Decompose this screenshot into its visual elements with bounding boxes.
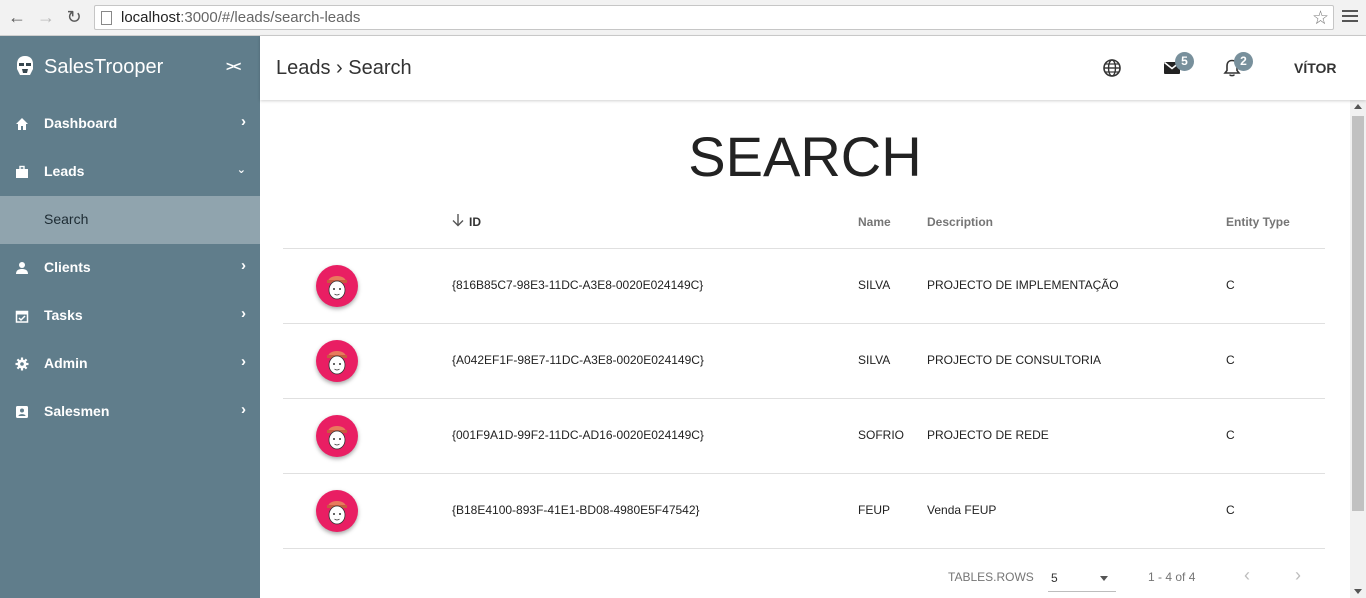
cell-name: SILVA	[858, 353, 891, 367]
page-title: SEARCH	[688, 125, 922, 188]
rows-per-page-select[interactable]: 5	[1048, 566, 1116, 592]
globe-icon[interactable]	[1102, 58, 1122, 78]
lead-avatar	[316, 490, 358, 532]
table-divider	[283, 548, 1325, 549]
home-icon	[16, 118, 28, 130]
rows-per-page-value: 5	[1051, 571, 1058, 585]
chevron-right-icon: ›	[241, 113, 246, 130]
sidebar-item-salesmen[interactable]: Salesmen ›	[0, 388, 260, 436]
sidebar: SalesTrooper >< Dashboard › Leads ⌄ Sear…	[0, 36, 260, 598]
sidebar-item-clients[interactable]: Clients ›	[0, 244, 260, 292]
table-row[interactable]: {816B85C7-98E3-11DC-A3E8-0020E024149C} S…	[283, 248, 1325, 323]
app-header: Leads › Search 5 2 VÍTOR	[260, 36, 1366, 100]
sidebar-item-label: Salesmen	[44, 403, 110, 419]
cell-description: PROJECTO DE REDE	[927, 428, 1049, 442]
cell-description: PROJECTO DE CONSULTORIA	[927, 353, 1102, 367]
page-icon	[101, 11, 112, 25]
chevron-right-icon: ›	[241, 257, 246, 274]
mail-count-badge: 5	[1175, 52, 1194, 71]
cell-description: PROJECTO DE IMPLEMENTAÇÃO	[927, 278, 1119, 292]
brand: SalesTrooper ><	[0, 36, 260, 100]
rows-per-page-label: TABLES.ROWS	[948, 570, 1034, 584]
browser-toolbar: ← → ↻ localhost:3000/#/leads/search-lead…	[0, 0, 1366, 36]
back-icon[interactable]: ←	[6, 6, 28, 28]
browser-menu-icon[interactable]	[1342, 7, 1358, 25]
sidebar-item-label: Leads	[44, 163, 85, 179]
table-row[interactable]: {B18E4100-893F-41E1-BD08-4980E5F47542} F…	[283, 473, 1325, 548]
person-avatar-icon	[327, 351, 347, 375]
scroll-down-icon[interactable]	[1354, 589, 1362, 594]
sidebar-item-search[interactable]: Search	[0, 196, 260, 244]
collapse-sidebar-button[interactable]: ><	[226, 58, 241, 74]
next-page-button[interactable]: ›	[1295, 565, 1301, 586]
caret-down-icon	[1100, 576, 1108, 581]
lead-avatar	[316, 265, 358, 307]
cell-entity-type: C	[1226, 503, 1235, 517]
cell-entity-type: C	[1226, 428, 1235, 442]
lead-avatar	[316, 415, 358, 457]
cell-id: {B18E4100-893F-41E1-BD08-4980E5F47542}	[452, 503, 700, 517]
cell-id: {001F9A1D-99F2-11DC-AD16-0020E024149C}	[452, 428, 704, 442]
chevron-right-icon: ›	[241, 305, 246, 322]
url-text[interactable]: localhost:3000/#/leads/search-leads	[121, 9, 360, 26]
cell-name: SOFRIO	[858, 428, 905, 442]
user-menu[interactable]: VÍTOR	[1294, 60, 1337, 76]
forward-icon[interactable]: →	[35, 6, 57, 28]
sidebar-item-admin[interactable]: Admin ›	[0, 340, 260, 388]
cell-entity-type: C	[1226, 353, 1235, 367]
person-icon	[16, 262, 28, 274]
breadcrumb: Leads › Search	[276, 57, 412, 79]
chevron-right-icon: ›	[241, 401, 246, 418]
cell-id: {A042EF1F-98E7-11DC-A3E8-0020E024149C}	[452, 353, 704, 367]
sidebar-item-label: Dashboard	[44, 115, 118, 131]
lead-avatar	[316, 340, 358, 382]
sidebar-item-leads[interactable]: Leads ⌄	[0, 148, 260, 196]
sidebar-item-label: Admin	[44, 355, 88, 371]
sidebar-item-label: Search	[44, 211, 89, 227]
cell-name: FEUP	[858, 503, 891, 517]
person-avatar-icon	[327, 276, 347, 300]
bookmark-star-icon[interactable]: ☆	[1312, 7, 1329, 30]
sidebar-item-label: Tasks	[44, 307, 83, 323]
briefcase-icon	[16, 165, 28, 178]
address-bar[interactable]: localhost:3000/#/leads/search-leads ☆	[94, 5, 1334, 30]
person-avatar-icon	[327, 426, 347, 450]
previous-page-button[interactable]: ‹	[1244, 565, 1250, 586]
cell-name: SILVA	[858, 278, 891, 292]
notification-count-badge: 2	[1234, 52, 1253, 71]
pagination-range: 1 - 4 of 4	[1148, 570, 1196, 584]
cell-id: {816B85C7-98E3-11DC-A3E8-0020E024149C}	[452, 278, 704, 292]
cell-entity-type: C	[1226, 278, 1235, 292]
cell-description: Venda FEUP	[927, 503, 997, 517]
calendar-check-icon	[15, 310, 29, 323]
table-row[interactable]: {001F9A1D-99F2-11DC-AD16-0020E024149C} S…	[283, 398, 1325, 473]
sidebar-item-dashboard[interactable]: Dashboard ›	[0, 100, 260, 148]
chevron-down-icon: ⌄	[236, 164, 246, 176]
sort-arrow-down-icon[interactable]	[452, 213, 464, 227]
brand-name[interactable]: SalesTrooper	[44, 56, 163, 79]
gear-icon	[15, 357, 29, 371]
scrollbar-thumb[interactable]	[1352, 116, 1364, 511]
main-content: SEARCH ID Name Description Entity Type {…	[260, 100, 1350, 598]
column-header-id[interactable]: ID	[469, 215, 481, 229]
sidebar-item-tasks[interactable]: Tasks ›	[0, 292, 260, 340]
sidebar-item-label: Clients	[44, 259, 91, 275]
table-row[interactable]: {A042EF1F-98E7-11DC-A3E8-0020E024149C} S…	[283, 323, 1325, 398]
column-header-name[interactable]: Name	[858, 215, 891, 229]
person-avatar-icon	[327, 501, 347, 525]
contact-card-icon	[16, 406, 28, 418]
scroll-up-icon[interactable]	[1354, 104, 1362, 109]
column-header-description[interactable]: Description	[927, 215, 993, 229]
column-header-entity-type[interactable]: Entity Type	[1226, 215, 1290, 229]
stormtrooper-icon	[17, 56, 33, 75]
chevron-right-icon: ›	[241, 353, 246, 370]
vertical-scrollbar[interactable]	[1350, 100, 1366, 598]
reload-icon[interactable]: ↻	[63, 6, 85, 28]
